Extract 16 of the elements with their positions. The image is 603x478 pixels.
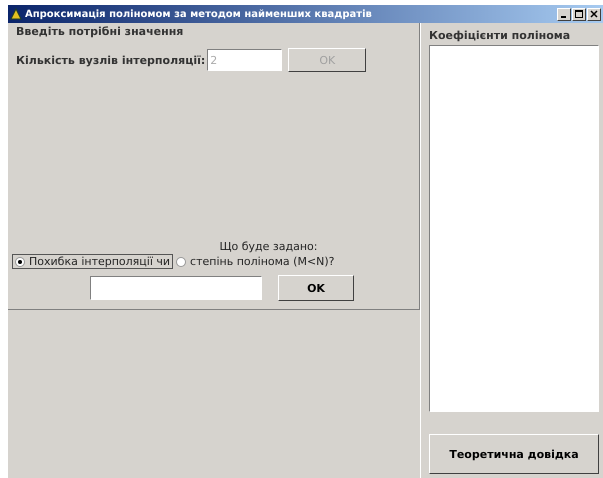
maximize-icon xyxy=(575,10,583,18)
close-button[interactable] xyxy=(587,8,601,20)
help-button[interactable]: Теоретична довідка xyxy=(429,434,599,474)
close-icon xyxy=(590,10,598,18)
maximize-button[interactable] xyxy=(572,8,586,20)
window-title: Апроксимація поліномом за методом найменших квадратів xyxy=(25,8,373,20)
group-title: Введіть потрібні значення xyxy=(16,25,184,38)
ok-button[interactable]: OK xyxy=(278,275,354,301)
app-icon xyxy=(10,8,22,20)
radio-option[interactable]: Похибка інтерполяції чи xyxy=(12,254,174,269)
minimize-button[interactable] xyxy=(557,8,571,20)
question-label: Що буде задано: xyxy=(220,240,318,253)
coefficients-label: Коефіцієнти полінома xyxy=(429,29,572,42)
nodes-label: Кількість вузлів інтерполяції: xyxy=(16,54,206,66)
value-field[interactable] xyxy=(90,276,262,300)
radio-option[interactable]: степінь полінома (M<N)? xyxy=(176,255,335,268)
